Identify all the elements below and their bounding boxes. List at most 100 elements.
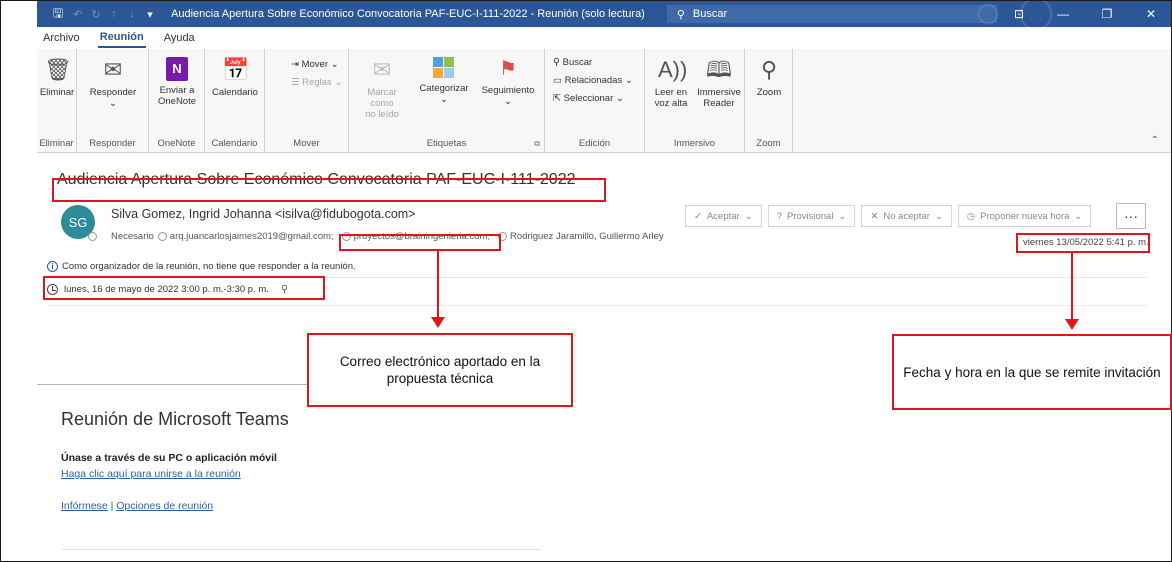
rules-icon: ☰ — [291, 77, 300, 88]
accept-button[interactable]: ✓ Aceptar ⌄ — [685, 205, 762, 227]
meeting-options-link[interactable]: Opciones de reunión — [116, 500, 213, 512]
read-aloud-button[interactable]: A)) Leer en voz alta — [649, 57, 693, 109]
select-button[interactable]: ⇱ Seleccionar ⌄ — [553, 93, 624, 104]
ribbon-tabs: Archivo Reunión Ayuda — [37, 27, 1171, 49]
group-label-edicion: Edición — [578, 138, 611, 149]
categories-icon — [433, 57, 455, 79]
group-label-inmersivo: Inmersivo — [673, 138, 716, 149]
tentative-button[interactable]: ? Provisional ⌄ — [767, 205, 856, 227]
group-label-calendario: Calendario — [211, 138, 258, 149]
divider — [47, 305, 1147, 306]
decline-button[interactable]: ✕ No aceptar ⌄ — [861, 205, 952, 227]
search-icon: ⚲ — [676, 8, 685, 21]
read-aloud-icon: A)) — [658, 57, 688, 82]
ribbon-group-mover: ⇥ Mover ⌄ ☰ Reglas ⌄ Mover — [265, 49, 349, 153]
respond-button[interactable]: ✉ Responder ⌄ — [81, 57, 145, 109]
follow-up-button[interactable]: ⚑ Seguimiento ⌄ — [477, 57, 539, 107]
recipient[interactable]: Rodriguez Jaramillo, Guillermo Arley — [498, 231, 664, 242]
search-box[interactable]: ⚲ Buscar — [666, 5, 997, 23]
categorize-button[interactable]: Categorizar ⌄ — [413, 57, 475, 105]
join-instructions: Únase a través de su PC o aplicación móv… — [61, 452, 277, 464]
rules-button[interactable]: ☰ Reglas ⌄ — [291, 77, 342, 88]
group-label-responder: Responder — [89, 138, 136, 149]
link-separator: | — [107, 500, 117, 512]
redo-icon[interactable]: ↻ — [87, 8, 105, 21]
group-label-mover: Mover — [293, 138, 320, 149]
chevron-down-icon: ⌄ — [838, 210, 847, 222]
restore-icon[interactable]: ❐ — [1085, 1, 1129, 27]
propose-new-time-button[interactable]: ◷ Proponer nueva hora ⌄ — [957, 205, 1092, 227]
immersive-reader-icon: 🕮 — [706, 57, 732, 82]
ribbon-group-zoom: ⚲ Zoom Zoom — [745, 49, 793, 153]
date-arrow-head — [1065, 319, 1079, 330]
window-controls: ⊡ — ❐ ✕ — [997, 1, 1171, 27]
email-callout: Correo electrónico aportado en la propue… — [307, 333, 573, 407]
delete-button[interactable]: 🗑 Eliminar — [39, 57, 75, 98]
email-highlight — [339, 234, 501, 251]
chevron-down-icon: ⌄ — [109, 98, 117, 109]
find-button[interactable]: ⚲ Buscar — [553, 57, 592, 68]
search-placeholder: Buscar — [692, 8, 728, 20]
onenote-icon: N — [166, 57, 188, 81]
join-meeting-link[interactable]: Haga clic aquí para unirse a la reunión — [61, 468, 241, 480]
magnifier-icon: ⚲ — [760, 57, 778, 82]
presence-indicator — [88, 232, 97, 241]
up-arrow-icon[interactable]: ↑ — [105, 8, 123, 20]
chevron-down-icon: ⌄ — [1074, 210, 1083, 222]
window-title: Audiencia Apertura Sobre Económico Convo… — [171, 8, 645, 20]
ribbon: 🗑 Eliminar Eliminar ✉ Responder ⌄ Respon… — [37, 49, 1171, 153]
ribbon-group-edicion: ⚲ Buscar ▭ Relacionadas ⌄ ⇱ Seleccionar … — [545, 49, 645, 153]
date-callout: Fecha y hora en la que se remite invitac… — [892, 334, 1172, 410]
chevron-down-icon: ⌄ — [744, 210, 753, 222]
envelope-icon: ✉ — [372, 57, 392, 82]
undo-icon[interactable]: ↶ — [69, 8, 87, 21]
close-icon[interactable]: ✕ — [1129, 1, 1171, 27]
question-icon: ? — [776, 210, 782, 222]
calendar-icon: 📅 — [222, 57, 250, 82]
tab-archivo[interactable]: Archivo — [41, 29, 82, 47]
dialog-launcher-icon[interactable]: ⧉ — [534, 139, 540, 149]
calendar-button[interactable]: 📅 Calendario — [209, 57, 261, 98]
recipients-label: Necesario — [111, 231, 154, 242]
move-button[interactable]: ⇥ Mover ⌄ — [291, 59, 339, 70]
immersive-reader-button[interactable]: 🕮 Immersive Reader — [695, 57, 743, 109]
cursor-icon: ⇱ — [553, 93, 561, 104]
tab-ayuda[interactable]: Ayuda — [162, 29, 197, 47]
email-arrow-head — [431, 317, 445, 328]
recipient[interactable]: arq.juancarlosjaimes2019@gmail.com; — [158, 231, 334, 242]
related-button[interactable]: ▭ Relacionadas ⌄ — [553, 75, 633, 86]
ribbon-group-onenote: N Enviar a OneNote OneNote — [149, 49, 205, 153]
customize-quick-access-icon[interactable]: ▾ — [141, 8, 159, 21]
ribbon-group-calendario: 📅 Calendario Calendario — [205, 49, 265, 153]
divider — [61, 549, 541, 550]
save-icon[interactable]: 🖫 — [47, 4, 69, 25]
ribbon-group-inmersivo: A)) Leer en voz alta 🕮 Immersive Reader … — [645, 49, 745, 153]
more-actions-button[interactable]: ··· — [1116, 203, 1146, 229]
down-arrow-icon[interactable]: ↓ — [123, 8, 141, 20]
search-icon: ⚲ — [553, 57, 560, 68]
move-icon: ⇥ — [291, 59, 299, 70]
group-label-eliminar: Eliminar — [39, 138, 74, 149]
envelope-reply-icon: ✉ — [103, 57, 123, 82]
check-icon: ✓ — [694, 210, 702, 222]
meeting-links: Infórmese | Opciones de reunión — [61, 500, 213, 512]
minimize-icon[interactable]: — — [1041, 1, 1085, 27]
send-to-onenote-button[interactable]: N Enviar a OneNote — [153, 57, 201, 107]
date-arrow-line — [1071, 253, 1073, 321]
collapse-ribbon-icon[interactable]: ⌃ — [1151, 135, 1159, 146]
email-arrow-line — [437, 251, 439, 319]
left-gutter — [1, 1, 37, 561]
zoom-button[interactable]: ⚲ Zoom — [749, 57, 789, 98]
ribbon-display-options-icon[interactable]: ⊡ — [997, 1, 1041, 27]
tab-reunion[interactable]: Reunión — [97, 28, 146, 48]
title-bar: 🖫 ↶ ↻ ↑ ↓ ▾ Audiencia Apertura Sobre Eco… — [37, 1, 1171, 27]
learn-more-link[interactable]: Infórmese — [61, 500, 108, 512]
mark-unread-button[interactable]: ✉ Marcar como no leído — [355, 57, 409, 120]
meeting-time-highlight — [43, 276, 325, 300]
ribbon-group-etiquetas: ✉ Marcar como no leído Categorizar ⌄ ⚑ Se… — [349, 49, 545, 153]
related-icon: ▭ — [553, 75, 562, 86]
group-label-etiquetas: Etiquetas — [426, 138, 467, 149]
trash-icon: 🗑 — [44, 57, 72, 82]
organizer-info: i Como organizador de la reunión, no tie… — [47, 261, 356, 272]
sender-name[interactable]: Silva Gomez, Ingrid Johanna <isilva@fidu… — [111, 207, 416, 221]
